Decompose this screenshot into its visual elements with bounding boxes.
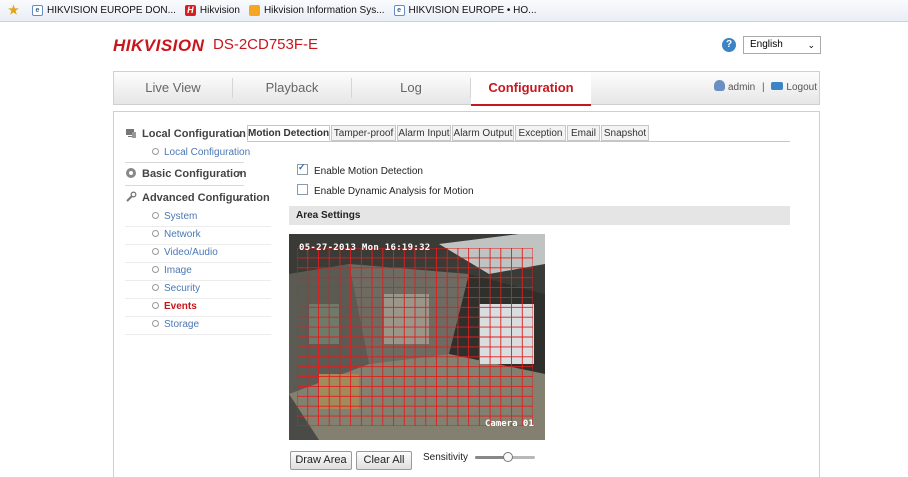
user-icon — [714, 80, 725, 91]
sidebar-label: Basic Configuration — [142, 168, 247, 180]
tab-motion-detection[interactable]: Motion Detection — [247, 125, 330, 141]
sidebar-local-configuration[interactable]: Local Configuration ⌄ — [125, 124, 246, 144]
tab-tamper-proof[interactable]: Tamper-proof — [331, 125, 396, 141]
page-icon: e — [32, 5, 43, 16]
wrench-icon — [126, 191, 137, 202]
bullet-icon — [152, 212, 159, 219]
favorite-label: Hikvision — [199, 5, 240, 16]
logout-link[interactable]: Logout — [786, 82, 817, 93]
sidebar-sub-label: Storage — [164, 319, 200, 330]
sidebar-item-events[interactable]: Events — [125, 298, 271, 317]
user-separator: | — [762, 82, 765, 93]
tab-email[interactable]: Email — [567, 125, 600, 141]
username: admin — [728, 82, 756, 93]
tab-snapshot[interactable]: Snapshot — [601, 125, 649, 141]
help-icon[interactable]: ? — [722, 38, 736, 52]
motion-grid[interactable] — [297, 248, 533, 426]
sidebar-item-security[interactable]: Security — [125, 280, 271, 299]
bullet-icon — [152, 230, 159, 237]
favorite-label: Hikvision Information Sys... — [263, 5, 385, 16]
bullet-icon — [152, 320, 159, 327]
chevron-down-icon: ⌄ — [234, 193, 242, 203]
sidebar-item-video-audio[interactable]: Video/Audio — [125, 244, 271, 263]
sidebar-item-system[interactable]: System — [125, 208, 271, 227]
enable-motion-detection-checkbox[interactable] — [297, 162, 308, 175]
favorite-link[interactable]: e HIKVISION EUROPE • HO... — [393, 5, 537, 16]
area-settings-header: Area Settings — [289, 206, 790, 225]
sidebar-sub-label: System — [164, 211, 198, 222]
enable-dynamic-analysis-label: Enable Dynamic Analysis for Motion — [314, 186, 474, 197]
sidebar-label: Advanced Configuration — [142, 192, 270, 204]
nav-tab-playback[interactable]: Playback — [233, 72, 351, 104]
favorites-star[interactable]: ★ — [8, 3, 23, 17]
enable-motion-detection-label: Enable Motion Detection — [314, 166, 423, 177]
sidebar-divider — [125, 185, 244, 186]
sensitivity-slider-thumb[interactable] — [503, 452, 513, 462]
tab-divider — [247, 141, 790, 142]
clear-all-button[interactable]: Clear All — [356, 451, 412, 470]
sidebar-item-storage[interactable]: Storage — [125, 316, 271, 335]
osd-timestamp: 05-27-2013 Mon 16:19:32 — [299, 243, 431, 253]
enable-dynamic-analysis-row: Enable Dynamic Analysis for Motion — [297, 184, 474, 197]
hikvision-icon: H — [184, 5, 196, 16]
brand-logo: HIKVISION — [113, 36, 205, 55]
sensitivity-label: Sensitivity — [423, 452, 469, 463]
enable-dynamic-analysis-checkbox[interactable] — [297, 184, 308, 195]
favorite-link[interactable]: H Hikvision — [184, 5, 240, 16]
sidebar-label: Local Configuration — [142, 128, 246, 140]
device-model: DS-2CD753F-E — [213, 36, 319, 53]
sidebar-divider — [125, 162, 244, 163]
nav-tab-configuration[interactable]: Configuration — [471, 72, 591, 106]
favorite-label: HIKVISION EUROPE DON... — [47, 5, 176, 16]
favorite-link[interactable]: e HIKVISION EUROPE DON... — [32, 5, 176, 16]
chevron-down-icon: ⌄ — [807, 40, 815, 50]
camera-preview[interactable]: 05-27-2013 Mon 16:19:32 Camera 01 — [289, 234, 545, 440]
chevron-up-icon: ˄ — [236, 169, 242, 179]
bullet-icon — [152, 148, 159, 155]
sidebar-sub-label: Network — [164, 229, 201, 240]
nav-tab-live-view[interactable]: Live View — [114, 72, 232, 104]
favorite-label: HIKVISION EUROPE • HO... — [408, 5, 537, 16]
sidebar-advanced-configuration[interactable]: Advanced Configuration ⌄ — [125, 188, 270, 208]
nav-tab-log[interactable]: Log — [352, 72, 470, 104]
sun-icon — [248, 5, 260, 16]
tab-alarm-input[interactable]: Alarm Input — [397, 125, 451, 141]
computer-icon — [126, 129, 136, 138]
sidebar-sub-label: Security — [164, 283, 201, 294]
bullet-icon — [152, 284, 159, 291]
tab-alarm-output[interactable]: Alarm Output — [452, 125, 514, 141]
sidebar-item-network[interactable]: Network — [125, 226, 271, 245]
chevron-down-icon: ⌄ — [234, 129, 242, 139]
sidebar-sub-label: Events — [164, 301, 197, 312]
sidebar-item-image[interactable]: Image — [125, 262, 271, 281]
sidebar-basic-configuration[interactable]: Basic Configuration ˄ — [125, 164, 247, 184]
sidebar-sub-label: Video/Audio — [164, 247, 218, 258]
user-area: admin | Logout — [714, 72, 817, 104]
main-nav: Live View Playback Log Configuration adm… — [113, 71, 820, 106]
osd-camera-name: Camera 01 — [485, 419, 534, 429]
bullet-icon — [152, 302, 159, 309]
favorites-bar: ★ e HIKVISION EUROPE DON... H Hikvision Hi… — [0, 0, 908, 22]
sidebar-item-local-configuration[interactable]: Local Configuration — [125, 144, 271, 162]
bullet-icon — [152, 266, 159, 273]
draw-area-button[interactable]: Draw Area — [290, 451, 352, 470]
page-icon: e — [393, 5, 405, 16]
gear-icon — [126, 168, 136, 178]
enable-motion-detection-row: Enable Motion Detection — [297, 162, 423, 177]
language-select[interactable]: English ⌄ — [743, 36, 821, 54]
bullet-icon — [152, 248, 159, 255]
logout-icon — [771, 82, 784, 90]
favorite-link[interactable]: Hikvision Information Sys... — [248, 5, 385, 16]
sidebar-sub-label: Local Configuration — [164, 147, 251, 158]
star-icon: ★ — [8, 3, 19, 17]
language-value: English — [750, 39, 783, 50]
sensitivity-slider[interactable] — [475, 452, 535, 462]
tab-exception[interactable]: Exception — [515, 125, 566, 141]
sidebar-sub-label: Image — [164, 265, 192, 276]
